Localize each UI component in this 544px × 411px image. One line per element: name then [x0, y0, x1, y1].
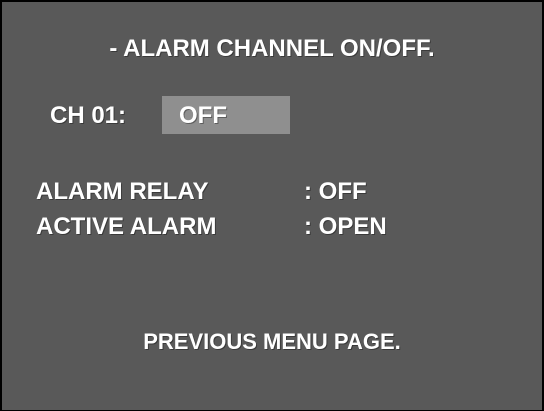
alarm-relay-label: ALARM RELAY: [36, 178, 209, 205]
menu-title: - ALARM CHANNEL ON/OFF.: [109, 35, 435, 62]
previous-menu-page-link[interactable]: PREVIOUS MENU PAGE.: [2, 331, 542, 353]
channel-value: OFF: [179, 102, 227, 129]
channel-value-selector[interactable]: OFF: [162, 96, 290, 134]
osd-menu-screen: - ALARM CHANNEL ON/OFF. CH 01: OFF ALARM…: [0, 0, 544, 411]
active-alarm-value[interactable]: : OPEN: [304, 215, 387, 239]
alarm-relay-value[interactable]: : OFF: [304, 180, 367, 204]
channel-label: CH 01:: [50, 102, 127, 129]
active-alarm-label: ACTIVE ALARM: [36, 213, 217, 240]
